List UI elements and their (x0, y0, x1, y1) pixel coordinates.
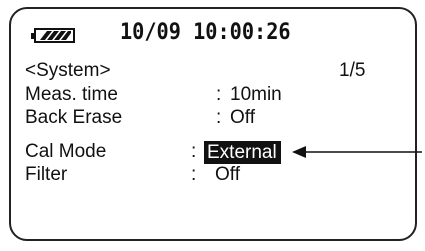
page-indicator: 1/5 (339, 59, 366, 82)
setting-value: Off (230, 107, 255, 128)
setting-separator: : (216, 107, 222, 128)
setting-value: Off (215, 164, 240, 185)
setting-separator: : (191, 164, 197, 185)
page-separator: / (349, 59, 355, 82)
page-current: 1 (339, 60, 350, 81)
setting-separator: : (191, 141, 197, 162)
selected-value-highlight[interactable]: External (204, 141, 281, 164)
setting-label: Filter (25, 164, 68, 185)
screen-title: <System> (25, 60, 111, 81)
page-total: 5 (354, 60, 366, 81)
setting-separator: : (216, 84, 222, 105)
datetime-display: 10/09 10:00:26 (120, 20, 291, 45)
battery-full-icon (31, 28, 75, 43)
setting-value: 10min (230, 84, 282, 105)
pointer-arrow-icon (292, 146, 422, 158)
setting-label: Back Erase (25, 107, 123, 128)
setting-label: Meas. time (25, 84, 118, 105)
setting-label: Cal Mode (25, 141, 107, 162)
